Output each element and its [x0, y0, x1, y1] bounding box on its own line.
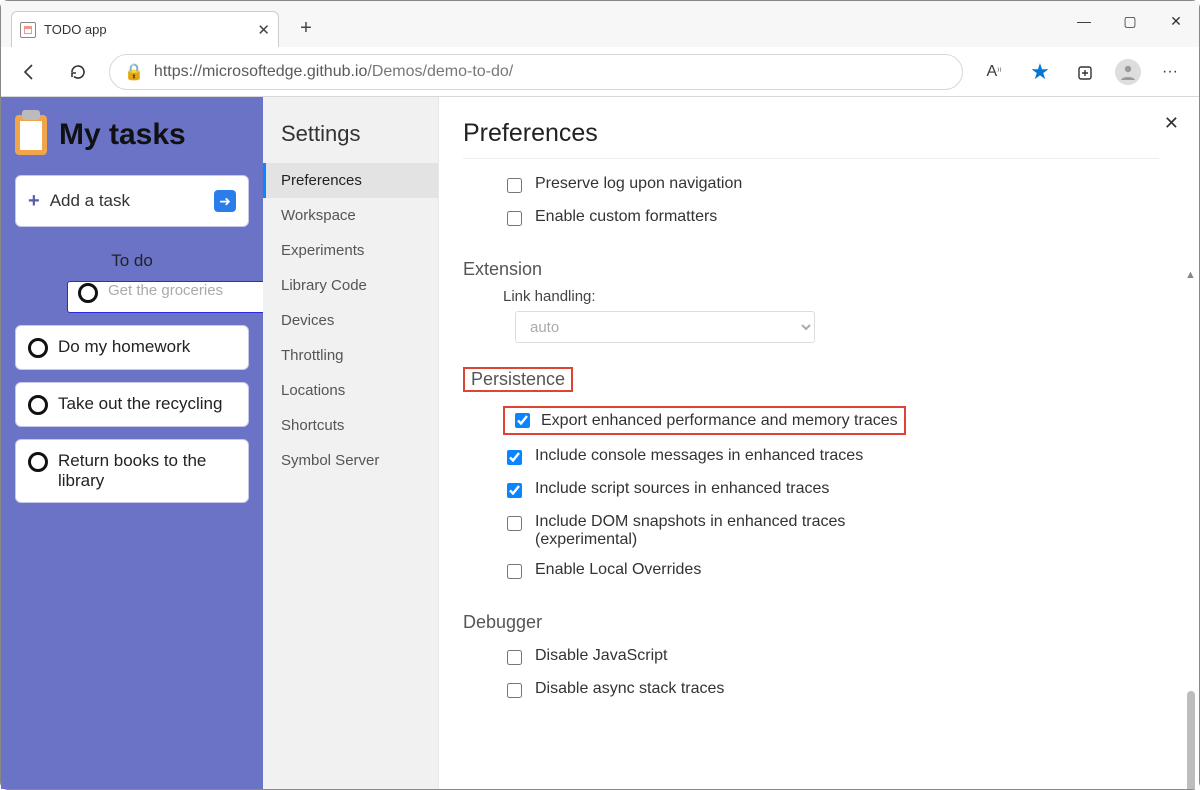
preferences-pane: ✕ Preferences Preserve log upon navigati… — [439, 97, 1199, 789]
link-handling-select[interactable]: auto — [515, 311, 815, 343]
favicon-icon — [20, 22, 36, 38]
option-label: Include DOM snapshots in enhanced traces… — [535, 513, 875, 549]
option-include-console[interactable]: Include console messages in enhanced tra… — [463, 441, 1159, 474]
back-button[interactable] — [13, 55, 47, 89]
url-protocol: https:// — [154, 63, 202, 80]
tab-title: TODO app — [44, 22, 249, 37]
task-label: Return books to the library — [58, 451, 236, 491]
option-label: Preserve log upon navigation — [535, 175, 742, 193]
preferences-title: Preferences — [463, 119, 1159, 148]
radio-icon[interactable] — [28, 452, 48, 472]
app-title: My tasks — [59, 118, 186, 152]
option-label: Include script sources in enhanced trace… — [535, 480, 829, 498]
lock-icon: 🔒 — [124, 62, 144, 82]
option-disable-js[interactable]: Disable JavaScript — [463, 641, 1159, 674]
scroll-up-icon[interactable]: ▲ — [1185, 269, 1195, 281]
checkbox[interactable] — [507, 650, 522, 665]
nav-experiments[interactable]: Experiments — [263, 233, 438, 268]
option-include-script[interactable]: Include script sources in enhanced trace… — [463, 474, 1159, 507]
checkbox[interactable] — [507, 178, 522, 193]
tab-strip: TODO app ✕ + — ▢ ✕ — [1, 1, 1199, 47]
url-host: microsoftedge.github.io — [202, 63, 367, 80]
address-bar[interactable]: 🔒 https://microsoftedge.github.io/Demos/… — [109, 54, 963, 90]
option-label: Disable async stack traces — [535, 680, 724, 698]
section-persistence: Persistence — [463, 367, 1159, 392]
checkbox[interactable] — [507, 683, 522, 698]
option-label: Export enhanced performance and memory t… — [541, 412, 898, 430]
radio-icon[interactable] — [28, 338, 48, 358]
submit-task-button[interactable]: ➜ — [214, 190, 236, 212]
read-aloud-button[interactable]: A⁾⁾ — [977, 55, 1011, 89]
nav-preferences[interactable]: Preferences — [263, 163, 438, 198]
refresh-button[interactable] — [61, 55, 95, 89]
browser-tab[interactable]: TODO app ✕ — [11, 11, 279, 47]
checkbox[interactable] — [507, 483, 522, 498]
browser-toolbar: 🔒 https://microsoftedge.github.io/Demos/… — [1, 47, 1199, 97]
option-local-overrides[interactable]: Enable Local Overrides — [463, 555, 1159, 588]
more-menu-button[interactable]: ··· — [1153, 55, 1187, 89]
nav-devices[interactable]: Devices — [263, 303, 438, 338]
maximize-button[interactable]: ▢ — [1107, 1, 1153, 41]
checkbox[interactable] — [507, 450, 522, 465]
nav-library-code[interactable]: Library Code — [263, 268, 438, 303]
radio-icon[interactable] — [28, 395, 48, 415]
minimize-button[interactable]: — — [1061, 1, 1107, 41]
task-label: Take out the recycling — [58, 394, 222, 414]
task-item[interactable]: Take out the recycling — [15, 382, 249, 427]
option-preserve-log[interactable]: Preserve log upon navigation — [463, 169, 1159, 202]
settings-nav: Settings Preferences Workspace Experimen… — [263, 97, 439, 789]
settings-heading: Settings — [281, 121, 438, 147]
nav-shortcuts[interactable]: Shortcuts — [263, 408, 438, 443]
list-heading: To do — [15, 251, 249, 271]
option-export-enhanced[interactable]: Export enhanced performance and memory t… — [463, 400, 1159, 441]
favorite-button[interactable]: ★ — [1023, 55, 1057, 89]
new-tab-button[interactable]: + — [289, 11, 323, 45]
nav-throttling[interactable]: Throttling — [263, 338, 438, 373]
nav-locations[interactable]: Locations — [263, 373, 438, 408]
task-label: Get the groceries — [108, 282, 223, 299]
app-sidebar: My tasks + Add a task ➜ To do Get the gr… — [1, 97, 263, 789]
checkbox[interactable] — [515, 413, 530, 428]
clipboard-icon — [15, 115, 47, 155]
task-item[interactable]: Do my homework — [15, 325, 249, 370]
collections-button[interactable] — [1069, 55, 1103, 89]
checkbox[interactable] — [507, 564, 522, 579]
section-debugger: Debugger — [463, 612, 1159, 633]
task-label: Do my homework — [58, 337, 190, 357]
option-label: Disable JavaScript — [535, 647, 668, 665]
scroll-thumb[interactable] — [1187, 691, 1195, 789]
option-custom-formatters[interactable]: Enable custom formatters — [463, 202, 1159, 235]
close-window-button[interactable]: ✕ — [1153, 1, 1199, 41]
close-settings-button[interactable]: ✕ — [1164, 113, 1179, 134]
option-disable-async[interactable]: Disable async stack traces — [463, 674, 1159, 707]
section-extension: Extension — [463, 259, 1159, 280]
url-path: /Demos/demo-to-do/ — [367, 63, 513, 80]
task-item[interactable]: Return books to the library — [15, 439, 249, 503]
nav-symbol-server[interactable]: Symbol Server — [263, 443, 438, 478]
option-include-dom[interactable]: Include DOM snapshots in enhanced traces… — [463, 507, 1159, 555]
nav-workspace[interactable]: Workspace — [263, 198, 438, 233]
checkbox[interactable] — [507, 211, 522, 226]
link-handling-label: Link handling: — [463, 288, 1159, 305]
close-tab-icon[interactable]: ✕ — [257, 21, 270, 39]
divider — [463, 158, 1159, 159]
scrollbar[interactable]: ▲ ▼ — [1185, 271, 1195, 789]
task-item[interactable]: Get the groceries — [67, 281, 263, 313]
radio-icon[interactable] — [78, 283, 98, 303]
option-label: Include console messages in enhanced tra… — [535, 447, 863, 465]
option-label: Enable custom formatters — [535, 208, 717, 226]
plus-icon: + — [28, 190, 40, 213]
option-label: Enable Local Overrides — [535, 561, 701, 579]
add-task-label: Add a task — [50, 191, 130, 211]
add-task-input[interactable]: + Add a task ➜ — [15, 175, 249, 227]
checkbox[interactable] — [507, 516, 522, 531]
window-controls: — ▢ ✕ — [1061, 1, 1199, 41]
profile-avatar[interactable] — [1115, 59, 1141, 85]
